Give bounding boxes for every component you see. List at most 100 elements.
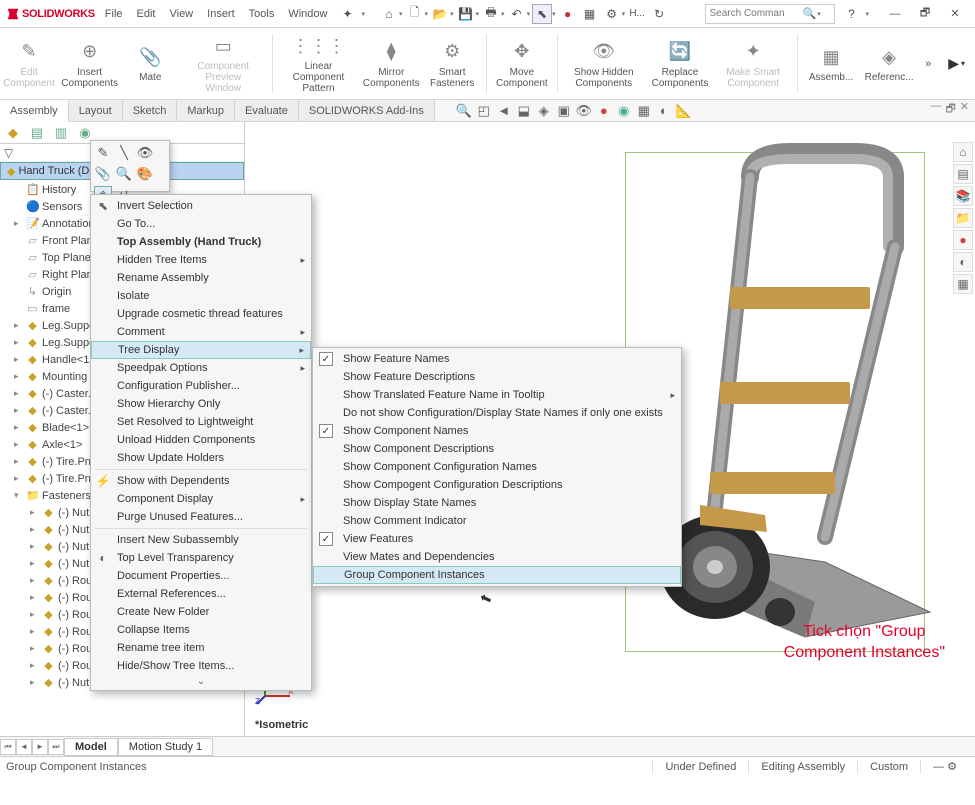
cm-set-resolved-to-lightweight[interactable]: Set Resolved to Lightweight (91, 413, 311, 431)
display-style-icon[interactable]: ▣ (555, 102, 573, 120)
ribbon-reference[interactable]: ◈Referenc... (864, 30, 914, 97)
tree-tab-display-icon[interactable]: ◉ (76, 124, 94, 142)
sm-show-translated-feature-name-in-tooltip[interactable]: Show Translated Feature Name in Tooltip▸ (313, 386, 681, 404)
ribbon-play[interactable]: ▶▾ (942, 30, 971, 97)
cm-unload-hidden-components[interactable]: Unload Hidden Components (91, 431, 311, 449)
ct-edit-icon[interactable]: ✎ (94, 144, 112, 162)
cm-comment[interactable]: Comment▸ (91, 323, 311, 341)
cm-external-references-[interactable]: External References... (91, 585, 311, 603)
tree-tab-property-icon[interactable]: ▤ (28, 124, 46, 142)
tab-markup[interactable]: Markup (177, 100, 235, 121)
cm-go-to[interactable]: Go To... (91, 215, 311, 233)
cm-invert-selection[interactable]: ⬉Invert Selection (91, 197, 311, 215)
cm-component-display[interactable]: Component Display▸ (91, 490, 311, 508)
ct-zoom-icon[interactable]: 🔍 (115, 165, 133, 183)
model-tab[interactable]: Model (64, 738, 118, 756)
sm-show-feature-descriptions[interactable]: Show Feature Descriptions (313, 368, 681, 386)
ribbon-linear-pattern[interactable]: ⋮⋮⋮Linear Component Pattern (282, 30, 356, 97)
ribbon-insert-components[interactable]: ⊕Insert Components (62, 30, 117, 97)
command-search[interactable]: 🔍 ▾ (705, 4, 835, 24)
cm-upgrade-cosmetic-thread-features[interactable]: Upgrade cosmetic thread features (91, 305, 311, 323)
sm-show-feature-names[interactable]: ✓Show Feature Names (313, 350, 681, 368)
search-input[interactable] (709, 8, 799, 19)
menu-window[interactable]: Window (284, 8, 331, 20)
cm-top-level-transparency[interactable]: ◐Top Level Transparency (91, 549, 311, 567)
measure-icon[interactable]: 📐 (675, 102, 693, 120)
ribbon-overflow-icon[interactable]: » (922, 58, 934, 70)
tab-first-icon[interactable]: ⏮ (0, 739, 16, 755)
cm-show-hierarchy-only[interactable]: Show Hierarchy Only (91, 395, 311, 413)
cm-hide-show-tree-items-[interactable]: Hide/Show Tree Items... (91, 657, 311, 675)
ct-color-icon[interactable]: 🎨 (136, 165, 154, 183)
cloud-icon[interactable]: ↻ (649, 4, 669, 24)
cm-collapse-items[interactable]: Collapse Items (91, 621, 311, 639)
menu-view[interactable]: View (165, 8, 197, 20)
ct-eye-icon[interactable]: 👁 (136, 144, 154, 162)
section-icon[interactable]: ⬓ (515, 102, 533, 120)
ct-attach-icon[interactable]: 📎 (94, 165, 112, 183)
doc-minimize-icon[interactable]: — (930, 100, 941, 121)
sm-show-component-descriptions[interactable]: Show Component Descriptions (313, 440, 681, 458)
cm-speedpak-options[interactable]: Speedpak Options▸ (91, 359, 311, 377)
prev-view-icon[interactable]: ◄ (495, 102, 513, 120)
sm-view-features[interactable]: ✓View Features (313, 530, 681, 548)
cm-tree-display[interactable]: Tree Display▸ (91, 341, 311, 359)
render-icon[interactable]: ◐ (655, 102, 673, 120)
cm-isolate[interactable]: Isolate (91, 287, 311, 305)
new-icon[interactable]: 🗋 (405, 4, 425, 24)
ribbon-show-hidden[interactable]: 👁Show Hidden Components (567, 30, 642, 97)
open-icon[interactable]: 📂 (430, 4, 450, 24)
cm-show-update-holders[interactable]: Show Update Holders (91, 449, 311, 467)
search-icon[interactable]: 🔍 (802, 7, 816, 20)
ribbon-smart-fasteners[interactable]: ⚙Smart Fasteners (427, 30, 477, 97)
tab-next-icon[interactable]: ► (32, 739, 48, 755)
cm-configuration-publisher-[interactable]: Configuration Publisher... (91, 377, 311, 395)
ribbon-mate[interactable]: 📎Mate (125, 30, 175, 97)
task-design-library-icon[interactable]: 📚 (953, 186, 973, 206)
zoom-fit-icon[interactable]: 🔍 (455, 102, 473, 120)
tab-last-icon[interactable]: ⏭ (48, 739, 64, 755)
cm-more-icon[interactable]: ⌄ (91, 675, 311, 688)
options-icon[interactable]: ▦ (580, 4, 600, 24)
doc-restore-icon[interactable]: 🗗 (945, 100, 955, 121)
tab-addins[interactable]: SOLIDWORKS Add-Ins (299, 100, 435, 121)
task-resources-icon[interactable]: ▤ (953, 164, 973, 184)
cm-purge-unused-features-[interactable]: Purge Unused Features... (91, 508, 311, 526)
select-icon[interactable]: ⬉ (532, 4, 552, 24)
menu-file[interactable]: File (101, 8, 127, 20)
sm-show-component-configuration-names[interactable]: Show Component Configuration Names (313, 458, 681, 476)
view-cube-icon[interactable]: ◈ (535, 102, 553, 120)
ribbon-mirror[interactable]: ⧫Mirror Components (363, 30, 419, 97)
tab-assembly[interactable]: Assembly (0, 101, 69, 122)
cm-rename-tree-item[interactable]: Rename tree item (91, 639, 311, 657)
cm-show-with-dependents[interactable]: ⚡Show with Dependents (91, 472, 311, 490)
menu-insert[interactable]: Insert (203, 8, 239, 20)
sm-show-display-state-names[interactable]: Show Display State Names (313, 494, 681, 512)
ribbon-assembly[interactable]: ▦Assemb... (806, 30, 856, 97)
view-settings-icon[interactable]: ▦ (635, 102, 653, 120)
tree-tab-config-icon[interactable]: ▥ (52, 124, 70, 142)
cm-insert-new-subassembly[interactable]: Insert New Subassembly (91, 531, 311, 549)
task-home-icon[interactable]: ⌂ (953, 142, 973, 162)
cm-hidden-tree-items[interactable]: Hidden Tree Items▸ (91, 251, 311, 269)
sm-show-comment-indicator[interactable]: Show Comment Indicator (313, 512, 681, 530)
task-file-explorer-icon[interactable]: 📁 (953, 208, 973, 228)
zoom-area-icon[interactable]: ◰ (475, 102, 493, 120)
status-icons[interactable]: — ⚙ (920, 760, 969, 773)
sm-show-component-names[interactable]: ✓Show Component Names (313, 422, 681, 440)
rebuild-icon[interactable]: ● (558, 4, 578, 24)
menu-edit[interactable]: Edit (133, 8, 160, 20)
close-button[interactable]: ✕ (941, 4, 969, 24)
tab-prev-icon[interactable]: ◄ (16, 739, 32, 755)
restore-button[interactable]: 🗗 (911, 4, 939, 24)
undo-icon[interactable]: ↶ (507, 4, 527, 24)
save-icon[interactable]: 💾 (456, 4, 476, 24)
sm-do-not-show-configuration-display-state-names-if-only-one-exists[interactable]: Do not show Configuration/Display State … (313, 404, 681, 422)
help-icon[interactable]: ? (841, 4, 861, 24)
sm-show-compogent-configuration-descriptions[interactable]: Show Compogent Configuration Description… (313, 476, 681, 494)
tree-tab-feature-icon[interactable]: ◆ (4, 124, 22, 142)
task-custom-props-icon[interactable]: ▦ (953, 274, 973, 294)
hide-show-icon[interactable]: 👁 (575, 102, 593, 120)
appearance-icon[interactable]: ● (595, 102, 613, 120)
tab-evaluate[interactable]: Evaluate (235, 100, 299, 121)
